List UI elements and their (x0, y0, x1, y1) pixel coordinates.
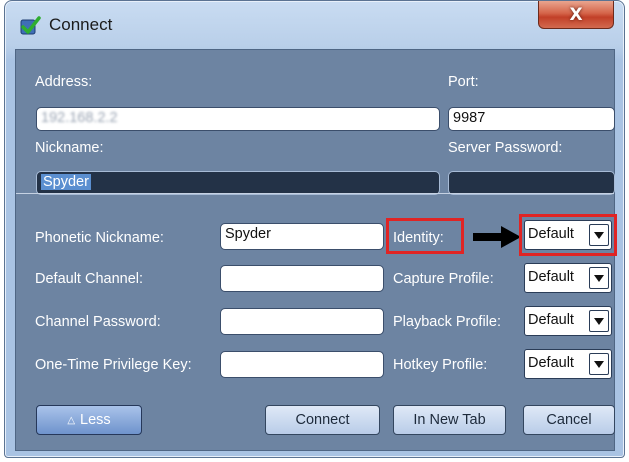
address-input[interactable]: 192.168.2.2 (36, 107, 440, 131)
identity-select-value: Default (528, 226, 574, 242)
address-label: Address: (35, 74, 93, 90)
capture-profile-value: Default (528, 269, 574, 285)
port-label: Port: (448, 74, 479, 90)
phonetic-nickname-value: Spyder (225, 226, 271, 242)
server-password-input[interactable] (448, 171, 615, 195)
dropdown-arrow-icon[interactable] (589, 267, 609, 289)
address-value: 192.168.2.2 (41, 110, 118, 126)
identity-select[interactable]: Default (524, 220, 612, 250)
hotkey-profile-value: Default (528, 355, 574, 371)
less-button-label: Less (80, 412, 111, 428)
connect-button-label: Connect (295, 412, 350, 428)
server-password-label: Server Password: (448, 140, 563, 156)
channel-password-input[interactable] (220, 308, 384, 335)
close-button[interactable]: X (538, 1, 614, 29)
dropdown-arrow-icon[interactable] (589, 310, 609, 332)
hotkey-profile-select[interactable]: Default (524, 349, 612, 379)
chevron-up-icon: △ (67, 414, 76, 426)
title-bar[interactable]: Connect X (5, 1, 624, 49)
section-divider (16, 193, 614, 194)
nickname-value: Spyder (41, 174, 91, 190)
privilege-key-input[interactable] (220, 351, 384, 378)
playback-profile-label: Playback Profile: (393, 314, 501, 330)
channel-password-label: Channel Password: (35, 314, 161, 330)
default-channel-label: Default Channel: (35, 271, 144, 287)
nickname-input[interactable]: Spyder (36, 171, 440, 195)
dropdown-arrow-icon[interactable] (589, 224, 609, 246)
default-channel-input[interactable] (220, 265, 384, 292)
privilege-key-label: One-Time Privilege Key: (35, 357, 192, 373)
arrow-right-icon (473, 226, 521, 248)
close-icon: X (569, 4, 583, 25)
window-title: Connect (49, 15, 113, 34)
dropdown-arrow-icon[interactable] (589, 353, 609, 375)
capture-profile-select[interactable]: Default (524, 263, 612, 293)
nickname-label: Nickname: (35, 140, 104, 156)
cancel-button[interactable]: Cancel (523, 405, 615, 435)
app-check-icon (20, 16, 41, 35)
less-button[interactable]: △ Less (36, 405, 142, 435)
phonetic-nickname-label: Phonetic Nickname: (35, 230, 164, 246)
in-new-tab-button[interactable]: In New Tab (393, 405, 506, 435)
identity-highlight-box (386, 218, 464, 254)
hotkey-profile-label: Hotkey Profile: (393, 357, 488, 373)
connect-button[interactable]: Connect (265, 405, 380, 435)
dialog-body: Address: 192.168.2.2 Port: 9987 Nickname… (15, 49, 617, 451)
connect-dialog: Connect X Address: 192.168.2.2 Port: 998… (4, 0, 625, 458)
playback-profile-value: Default (528, 312, 574, 328)
port-input[interactable]: 9987 (448, 107, 615, 131)
phonetic-nickname-input[interactable]: Spyder (220, 223, 384, 250)
capture-profile-label: Capture Profile: (393, 271, 494, 287)
playback-profile-select[interactable]: Default (524, 306, 612, 336)
in-new-tab-button-label: In New Tab (413, 412, 486, 428)
port-value: 9987 (453, 110, 486, 126)
cancel-button-label: Cancel (546, 412, 592, 428)
